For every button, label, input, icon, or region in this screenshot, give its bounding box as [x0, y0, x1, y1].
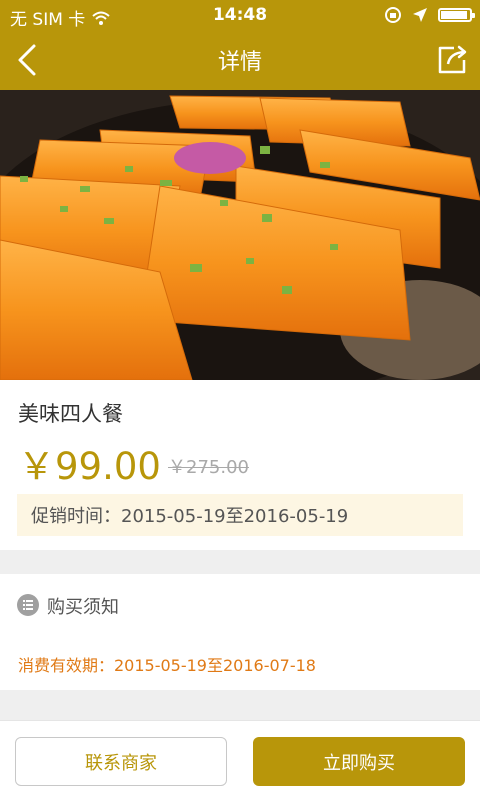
promotion-banner: 促销时间：2015-05-19至2016-05-19 [17, 494, 463, 536]
location-arrow-icon [413, 8, 427, 22]
original-price: ￥275.00 [168, 457, 249, 478]
nav-bar: 详情 [0, 30, 480, 90]
status-bar: 无 SIM 卡 14:48 [0, 0, 480, 30]
status-right [384, 6, 475, 24]
purchase-notice-header: 购买须知 [0, 574, 480, 635]
validity-row: 消费有效期：2015-05-19至2016-07-18 [0, 634, 480, 690]
buy-now-button[interactable]: 立即购买 [253, 737, 465, 786]
product-name: 美味四人餐 [18, 402, 123, 426]
action-bar: 联系商家 立即购买 [0, 720, 480, 801]
validity-period: 消费有效期：2015-05-19至2016-07-18 [18, 656, 316, 675]
list-icon [17, 594, 39, 616]
section-divider [0, 550, 480, 574]
page-title: 详情 [217, 50, 262, 75]
rotation-lock-icon [385, 7, 401, 23]
contact-merchant-button[interactable]: 联系商家 [15, 737, 227, 786]
current-price: ￥99.00 [18, 445, 161, 488]
battery-icon [438, 8, 475, 22]
food-photo [0, 90, 480, 380]
product-image [0, 90, 480, 380]
share-icon[interactable] [434, 42, 470, 78]
purchase-notice-label: 购买须知 [47, 597, 119, 618]
section-divider [0, 690, 480, 720]
promotion-time: 促销时间：2015-05-19至2016-05-19 [31, 506, 349, 527]
